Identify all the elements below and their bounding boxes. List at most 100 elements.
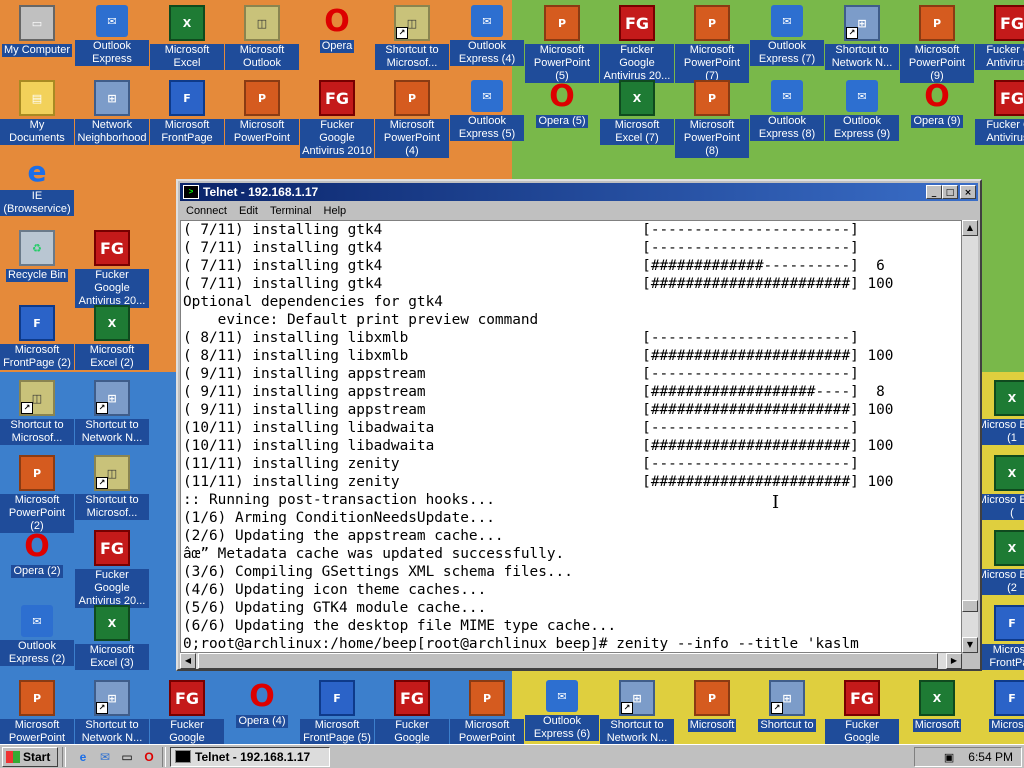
- desktop-icon-frontpage[interactable]: F Microsoft FrontPage: [150, 80, 224, 149]
- desktop-icon-outlook[interactable]: ✉ Outlook Express (4): [450, 5, 524, 70]
- desktop-icon-ppt[interactable]: P Microsoft PowerPoint (3): [0, 680, 74, 744]
- desktop-icon-excel[interactable]: X Microsoft Excel: [150, 5, 224, 74]
- scroll-left-icon[interactable]: ◀: [180, 653, 196, 669]
- desktop-icon-frontpage[interactable]: F Microsof: [975, 680, 1024, 736]
- desktop-icon-msoutlook[interactable]: ◫ ↗ Shortcut to Microsof...: [75, 455, 149, 524]
- desktop-icon-fg[interactable]: FGFucker Google Antivirus 20...: [375, 680, 449, 744]
- desktop-icon-frontpage[interactable]: F Microsoft FrontPage (5): [300, 680, 374, 744]
- desktop-icon-outlook[interactable]: ✉ Outlook Express (8): [750, 80, 824, 145]
- desktop-icon-label: Shortcut to Network N...: [75, 719, 149, 744]
- desktop-icon-ppt[interactable]: P Microsoft PowerPoint (4): [375, 80, 449, 162]
- desktop-icon-label: Microsoft PowerPoint (8): [675, 119, 749, 158]
- network-tray-icon[interactable]: ▣: [944, 751, 954, 764]
- desktop-icon-fg[interactable]: FG Fucker Go Antivirus 2: [975, 5, 1024, 74]
- ppt-icon: P: [694, 5, 730, 41]
- terminal-output[interactable]: ( 7/11) installing gtk4 [---------------…: [180, 220, 962, 653]
- scroll-up-icon[interactable]: ▲: [962, 220, 978, 236]
- desktop-icon-network[interactable]: ⊞ ↗ Shortcut to Network N...: [825, 5, 899, 74]
- desktop-icon-network[interactable]: ⊞ Network Neighborhood: [75, 80, 149, 149]
- opera-icon: O: [324, 3, 350, 39]
- desktop-icon-frontpage[interactable]: F Microso FrontPag: [975, 605, 1024, 674]
- desktop-icon-ppt[interactable]: P Microsoft PowerPoint (9): [900, 5, 974, 87]
- scroll-down-icon[interactable]: ▼: [962, 637, 978, 653]
- desktop-icon-fg[interactable]: FG Fucker Google: [825, 680, 899, 744]
- opera-icon[interactable]: O: [140, 748, 158, 766]
- desktop-icon-opera[interactable]: O Opera (9): [900, 80, 974, 132]
- menu-terminal[interactable]: Terminal: [264, 205, 318, 217]
- desktop-icon-ppt[interactable]: P Microsoft PowerPoint (8): [675, 80, 749, 162]
- desktop-icon-excel[interactable]: X Microsoft Excel (2): [75, 305, 149, 374]
- desktop-icon-msoutlook[interactable]: ◫ Microsoft Outlook: [225, 5, 299, 74]
- hscroll-thumb[interactable]: [198, 653, 938, 669]
- desktop-icon-frontpage[interactable]: F Microsoft FrontPage (2): [0, 305, 74, 374]
- desktop-icon[interactable]: ▭: [118, 748, 136, 766]
- desktop-icon-ie[interactable]: e IE (Browservice): [0, 155, 74, 220]
- menu-help[interactable]: Help: [318, 205, 353, 217]
- desktop-icon-label: Fucker Google Antivirus 2010: [300, 119, 374, 158]
- desktop-icon-ppt[interactable]: P Microsoft: [675, 680, 749, 736]
- desktop-icon-outlook[interactable]: ✉ Outlook Express (6): [525, 680, 599, 744]
- clock[interactable]: 6:54 PM: [968, 750, 1013, 764]
- scroll-thumb[interactable]: [962, 600, 978, 612]
- desktop-icon-label: Microsoft: [912, 719, 962, 732]
- desktop-icon-label: Microso Excel (1: [975, 419, 1024, 445]
- desktop-icon-ppt[interactable]: P Microsoft PowerPoint (2): [0, 455, 74, 537]
- desktop-icon-excel[interactable]: X Microso Excel (1: [975, 380, 1024, 449]
- desktop-icon-docs[interactable]: ▤ My Documents: [0, 80, 74, 149]
- desktop-icon-excel[interactable]: X Microso Excel (: [975, 455, 1024, 524]
- desktop-icon-outlook[interactable]: ✉ Outlook Express (7): [750, 5, 824, 70]
- outlook-icon: ✉: [471, 5, 503, 37]
- desktop-icon-fg[interactable]: FGFucker Google Antivirus 20...: [600, 5, 674, 87]
- desktop-icon-ppt[interactable]: P Microsoft PowerPoint (6): [450, 680, 524, 744]
- desktop-icon-excel[interactable]: X Microsoft Excel (7): [600, 80, 674, 149]
- desktop-icon-fg[interactable]: FGFucker Google Antivirus 20...: [75, 230, 149, 312]
- telnet-window[interactable]: > Telnet - 192.168.1.17 _ □ × Connect Ed…: [176, 179, 982, 671]
- ie-icon[interactable]: e: [74, 748, 92, 766]
- desktop-icon-excel[interactable]: X Microso Excel (2: [975, 530, 1024, 599]
- desktop-icon-network[interactable]: ⊞ ↗ Shortcut to Network N...: [75, 680, 149, 744]
- desktop-icon-fg[interactable]: FGFucker Google Antivirus 20...: [75, 530, 149, 612]
- start-button[interactable]: Start: [2, 746, 58, 767]
- desktop-icon-label: Fucker Google Antivirus 20...: [75, 269, 149, 308]
- scroll-right-icon[interactable]: ▶: [946, 653, 962, 669]
- terminal-icon: [175, 750, 191, 763]
- desktop-icon-recycle[interactable]: ♻ Recycle Bin: [0, 230, 74, 286]
- network-icon: ⊞ ↗: [844, 5, 880, 41]
- minimize-button[interactable]: _: [926, 185, 942, 199]
- menu-edit[interactable]: Edit: [233, 205, 264, 217]
- desktop-icon-outlook[interactable]: ✉ Outlook Express (2): [0, 605, 74, 670]
- maximize-button[interactable]: □: [942, 185, 958, 199]
- fg-icon: FG: [169, 680, 205, 716]
- desktop-icon-outlook[interactable]: ✉ Outlook Express: [75, 5, 149, 70]
- desktop-icon-excel[interactable]: X Microsoft: [900, 680, 974, 736]
- horizontal-scrollbar[interactable]: ◀ ▶: [180, 653, 962, 669]
- close-button[interactable]: ×: [960, 185, 976, 199]
- shortcut-arrow-icon: ↗: [96, 702, 108, 714]
- desktop-icon-fg[interactable]: FG Fucker Go Antivirus 2: [975, 80, 1024, 149]
- desktop-icon-fg[interactable]: FG Fucker Google Antivirus 2010: [300, 80, 374, 162]
- desktop-icon-opera[interactable]: O Opera (5): [525, 80, 599, 132]
- desktop-icon-msoutlook[interactable]: ◫ ↗ Shortcut to Microsof...: [375, 5, 449, 74]
- desktop-icon-label: Outlook Express: [75, 40, 149, 66]
- desktop-icon-network[interactable]: ⊞ ↗ Shortcut to Network N...: [75, 380, 149, 449]
- desktop-icon-ppt[interactable]: P Microsoft PowerPoint (7): [675, 5, 749, 87]
- desktop-icon-network[interactable]: ⊞ ↗ Shortcut to: [750, 680, 824, 736]
- desktop-icon-ppt[interactable]: P Microsoft PowerPoint (5): [525, 5, 599, 87]
- desktop-icon-opera[interactable]: O Opera: [300, 5, 374, 57]
- desktop-icon-opera[interactable]: O Opera (2): [0, 530, 74, 582]
- desktop-icon-msoutlook[interactable]: ◫ ↗ Shortcut to Microsof...: [0, 380, 74, 449]
- desktop-icon-network[interactable]: ⊞ ↗ Shortcut to Network N...: [600, 680, 674, 744]
- excel-icon: X: [994, 380, 1024, 416]
- desktop-icon-opera[interactable]: O Opera (4): [225, 680, 299, 732]
- desktop-icon-fg[interactable]: FGFucker Google Antivirus 20...: [150, 680, 224, 744]
- desktop-icon-excel[interactable]: X Microsoft Excel (3): [75, 605, 149, 674]
- menu-connect[interactable]: Connect: [180, 205, 233, 217]
- desktop-icon-outlook[interactable]: ✉ Outlook Express (9): [825, 80, 899, 145]
- vertical-scrollbar[interactable]: ▲ ▼: [962, 220, 978, 653]
- taskbar-telnet-button[interactable]: Telnet - 192.168.1.17: [170, 746, 330, 767]
- desktop-icon-ppt[interactable]: P Microsoft PowerPoint: [225, 80, 299, 149]
- desktop-icon-outlook[interactable]: ✉ Outlook Express (5): [450, 80, 524, 145]
- desktop-icon-computer[interactable]: ▭ My Computer: [0, 5, 74, 61]
- title-bar[interactable]: > Telnet - 192.168.1.17 _ □ ×: [180, 183, 978, 201]
- outlook-icon[interactable]: ✉: [96, 748, 114, 766]
